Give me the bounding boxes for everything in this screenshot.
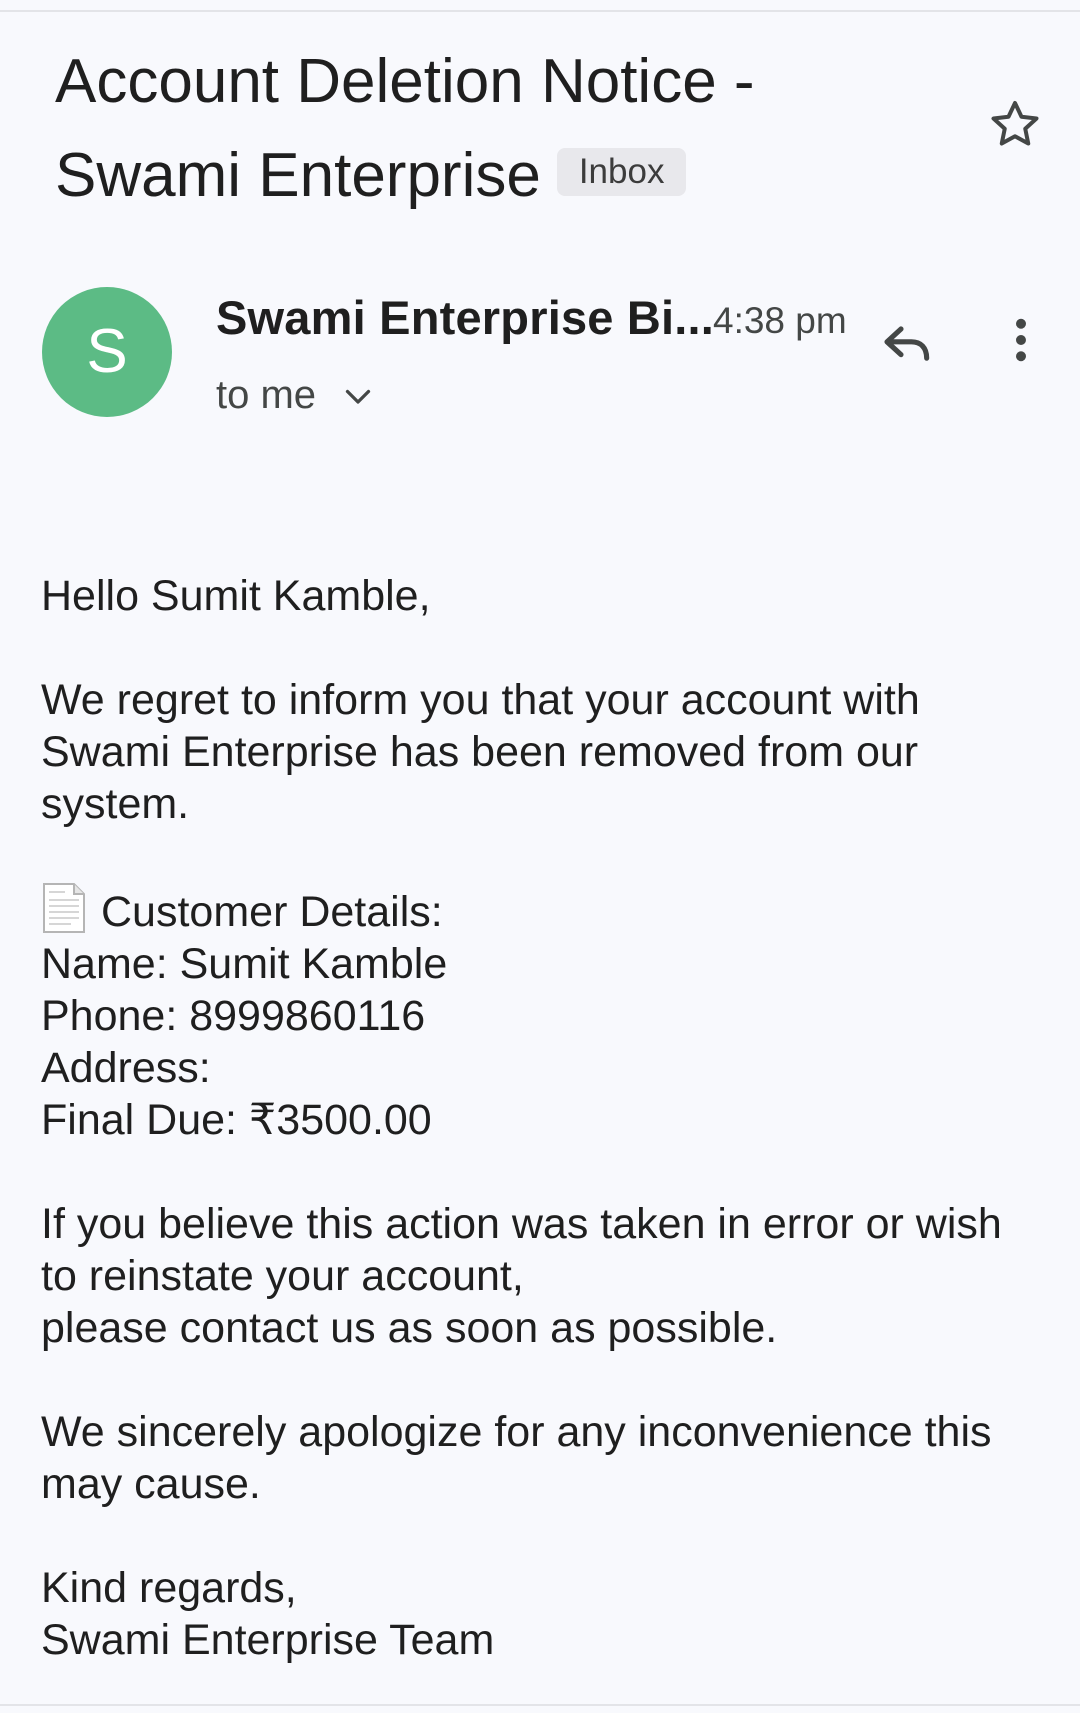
paragraph-2-line-1: If you believe this action was taken in … [41, 1200, 1002, 1248]
paragraph-1-line-3: system. [41, 780, 190, 828]
customer-address: Address: [41, 1044, 211, 1092]
sender-name[interactable]: Swami Enterprise Bi... [216, 288, 714, 348]
customer-name: Name: Sumit Kamble [41, 940, 448, 988]
document-icon [43, 883, 85, 933]
details-heading-row: Customer Details: [41, 882, 1051, 938]
signature: Swami Enterprise Team [41, 1616, 495, 1664]
star-icon[interactable] [985, 95, 1045, 155]
final-due: Final Due: ₹3500.00 [41, 1096, 432, 1144]
paragraph-3-line-2: may cause. [41, 1460, 261, 1508]
sender-avatar[interactable]: S [42, 287, 172, 417]
recipient-line[interactable]: to me [216, 370, 316, 420]
top-divider [0, 10, 1080, 12]
chevron-down-icon[interactable] [340, 378, 376, 414]
details-heading: Customer Details: [101, 888, 443, 936]
paragraph-1-line-1: We regret to inform you that your accoun… [41, 676, 920, 724]
more-vertical-icon[interactable] [995, 312, 1047, 368]
paragraph-1-line-2: Swami Enterprise has been removed from o… [41, 728, 919, 776]
paragraph-2-line-2: to reinstate your account, [41, 1252, 524, 1300]
closing: Kind regards, [41, 1564, 297, 1612]
bottom-divider [0, 1704, 1080, 1706]
inbox-label-badge[interactable]: Inbox [556, 147, 687, 196]
paragraph-3-line-1: We sincerely apologize for any inconveni… [41, 1408, 992, 1456]
customer-phone[interactable]: Phone: 8999860116 [41, 990, 1051, 1042]
email-subject: Account Deletion Notice - Swami Enterpri… [55, 35, 955, 223]
greeting: Hello Sumit Kamble, [41, 572, 431, 620]
email-body: Hello Sumit Kamble, We regret to inform … [41, 570, 1051, 1666]
subject-line-1: Account Deletion Notice - [55, 47, 755, 116]
subject-line-2: Swami Enterprise [55, 141, 541, 210]
subject-line-2-row: Swami Enterprise Inbox [55, 129, 955, 223]
email-time: 4:38 pm [713, 300, 847, 341]
reply-icon[interactable] [880, 315, 936, 371]
paragraph-2-line-3: please contact us as soon as possible. [41, 1304, 778, 1352]
